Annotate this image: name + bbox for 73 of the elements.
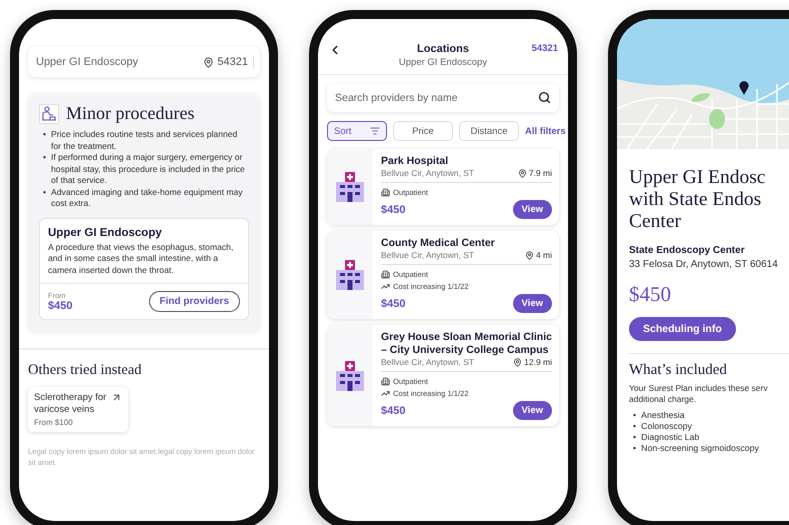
category-title: Minor procedures [66,103,194,124]
scheduling-info-button[interactable]: Scheduling info [629,317,736,341]
procedure-search-field[interactable]: Upper GI Endoscopy [34,55,204,69]
bullet-text: Price includes routine tests and services planned for the treatment. [51,129,238,152]
section-title: What’s included [629,362,728,379]
provider-price: $450 [381,404,406,416]
included-description: Your Surest Plan includes these serv additional charge. [629,383,769,405]
hospital-icon [336,172,364,202]
procedure-title: Upper GI Endoscopy [48,226,163,238]
alternative-price: From $100 [34,418,74,427]
filter-chip[interactable]: Price [393,121,453,141]
zip-code-text: 54321 [217,56,248,68]
trend-up-icon [381,282,390,291]
screen-title: Locations [417,43,469,55]
page-title: Upper GI Endosc with State Endos Center [629,167,766,233]
procedure-description: A procedure that views the esophagus, stomach, and in some cases the small intestine, with a camera inserted down the throat. [48,242,234,276]
alternative-name: Sclerotherapy for varicose veins [34,392,108,416]
provider-address: 33 Felosa Dr, Anytown, ST 60614 [629,259,779,270]
included-item: Anesthesia [641,410,685,421]
provider-price: $450 [381,204,406,216]
provider-name: County Medical Center [381,237,496,250]
filter-chip[interactable]: Sort [327,121,387,141]
section-title: Others tried instead [28,362,143,379]
location-pin-icon [524,250,534,260]
provider-name: Park Hospital [381,155,450,168]
price: $450 [48,300,72,312]
arrow-up-right-icon [111,392,122,403]
find-providers-button[interactable]: Find providers [148,291,240,312]
provider-name: State Endoscopy Center [629,245,746,256]
provider-address: Bellvue Cir, Anytown, ST [381,357,474,367]
bullet-marker: • [633,410,636,421]
all-filters-link[interactable]: All filters [525,126,566,136]
bullet-marker: • [43,186,46,198]
alternative-card[interactable]: Sclerotherapy for varicose veins From $100 [28,387,128,432]
trend-up-icon [381,389,390,398]
included-item: Diagnostic Lab [641,432,700,443]
location-pin-icon [203,56,214,68]
map-pin-icon [739,81,749,95]
screen-subtitle: Upper GI Endoscopy [398,57,488,68]
building-icon [381,377,390,386]
view-button[interactable]: View [512,294,552,313]
bullet-text: If performed during a major surgery, emergency or hospital stay, this procedure is included in the price of that service. [51,152,246,186]
search-field[interactable]: Search providers by name [327,84,559,112]
filter-chip[interactable]: Distance [459,121,519,141]
search-icon [538,91,551,104]
distance-text: 12.9 mi [524,357,552,367]
price: $450 [629,282,672,307]
bullet-marker: • [633,443,636,454]
location-pin-icon [513,358,522,366]
bullet-marker: • [633,421,636,432]
view-button[interactable]: View [512,401,552,420]
person-at-desk-icon [39,104,59,124]
building-icon [381,270,390,279]
filter-icon [370,126,380,136]
bullet-text: Advanced imaging and take-home equipment may cost extra. [51,186,244,210]
location-pin-icon [518,168,527,178]
included-item: Non-screening sigmoidoscopy [641,443,759,454]
provider-address: Bellvue Cir, Anytown, ST [381,250,474,260]
bullet-marker: • [43,129,46,141]
hospital-icon [336,260,364,290]
distance-text: 4 mi [536,250,552,260]
zip-code[interactable]: 54321 [203,56,254,68]
provider-address: Bellvue Cir, Anytown, ST [381,168,474,178]
provider-name: Grey House Sloan Memorial Clinic – City University College Campus [381,331,552,357]
bullet-marker: • [633,432,636,443]
bullet-marker: • [43,152,46,164]
provider-price: $450 [381,298,406,310]
included-item: Colonoscopy [641,421,692,432]
distance-text: 7.9 mi [528,168,552,178]
hospital-icon [336,360,364,390]
zip-code[interactable]: 54321 [528,43,558,54]
building-icon [381,188,390,197]
view-button[interactable]: View [512,200,552,219]
